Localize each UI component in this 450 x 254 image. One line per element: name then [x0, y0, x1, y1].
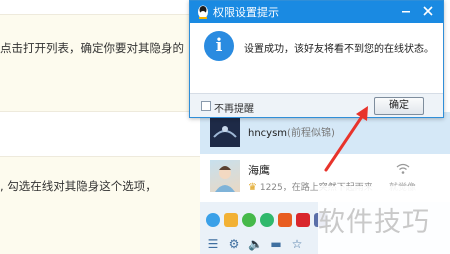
- qq-penguin-icon: [196, 4, 210, 20]
- watermark-text: 软件技巧: [318, 207, 430, 238]
- annotation-arrow-line: [324, 110, 367, 172]
- dialog-title: 权限设置提示: [213, 6, 279, 19]
- menu-icon[interactable]: ☰: [206, 237, 220, 251]
- article-text: , 勾选在线对其隐身这个选项，: [0, 179, 157, 193]
- guard-icon[interactable]: [242, 213, 256, 227]
- permission-dialog: 权限设置提示 i 设置成功，该好友将看不到您的在线状态。 不再提醒 确定: [189, 0, 444, 118]
- annotation-arrow: [324, 106, 368, 172]
- avatar: [210, 160, 240, 192]
- dialog-message: 设置成功，该好友将看不到您的在线状态。: [244, 44, 434, 55]
- dialog-titlebar[interactable]: 权限设置提示: [190, 1, 443, 23]
- sound-icon[interactable]: 🔈: [248, 237, 263, 251]
- crown-icon: ♛: [248, 182, 257, 193]
- game-icon[interactable]: [224, 213, 238, 227]
- avatar: [210, 117, 240, 147]
- settings-gear-icon[interactable]: ⚙: [227, 237, 241, 251]
- info-icon: i: [204, 31, 234, 61]
- stock-icon[interactable]: [296, 213, 310, 227]
- confirm-button[interactable]: 确定: [374, 97, 424, 115]
- wifi-icon: [396, 160, 410, 174]
- qzone-icon[interactable]: [206, 213, 220, 227]
- article-step-band: [0, 156, 200, 254]
- favorites-icon[interactable]: ☆: [290, 237, 304, 251]
- article-step-band: [0, 14, 200, 112]
- dont-remind-checkbox[interactable]: [201, 101, 211, 111]
- minimize-icon[interactable]: [397, 3, 415, 19]
- music-icon[interactable]: [260, 213, 274, 227]
- article-text: 点击打开列表，确定你要对其隐身的: [0, 41, 184, 55]
- video-icon[interactable]: [278, 213, 292, 227]
- folder-icon[interactable]: ▬: [269, 237, 283, 251]
- contact-name-text: hncysm: [248, 128, 288, 139]
- close-icon[interactable]: [419, 3, 437, 19]
- dont-remind-label[interactable]: 不再提醒: [214, 100, 254, 115]
- contact-name: 海鹰: [248, 164, 270, 177]
